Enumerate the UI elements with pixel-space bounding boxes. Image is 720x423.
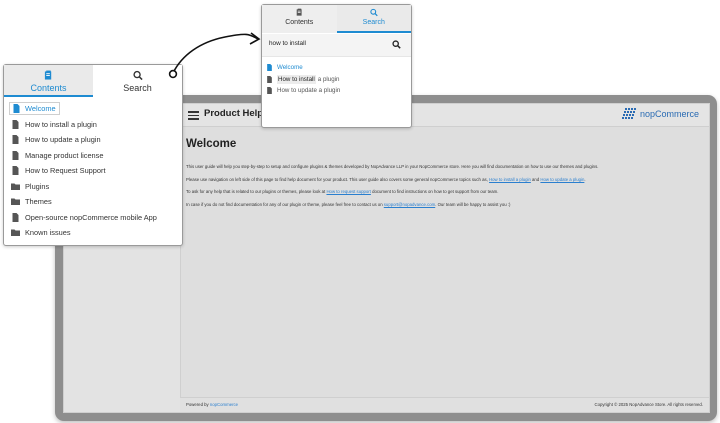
folder-icon	[11, 183, 20, 190]
page-footer: Powered by nopCommerce Copyright © 2025 …	[180, 397, 709, 412]
search-result-install-plugin[interactable]: How to install a plugin	[266, 74, 411, 86]
tab-contents-label: Contents	[285, 19, 314, 26]
paragraph-text: Please use navigation on left side of th…	[186, 176, 490, 182]
toc-item-product-license[interactable]: Manage product license	[9, 148, 182, 164]
tab-search[interactable]: Search	[93, 65, 182, 97]
folder-icon	[11, 229, 20, 237]
tab-contents-label: Contents	[30, 83, 67, 93]
paragraph-text: . Our team will be happy to assist you :…	[435, 201, 511, 207]
toc-item-plugins[interactable]: Plugins	[9, 179, 182, 195]
search-result-welcome[interactable]: Welcome	[266, 62, 411, 74]
book-icon	[44, 70, 52, 80]
copyright-text: Copyright © 2025 NopAdvance Store. All r…	[594, 402, 704, 407]
toc-item-label: How to update a plugin	[25, 135, 101, 145]
request-support-link[interactable]: How to request support	[326, 189, 370, 194]
menu-icon[interactable]	[188, 111, 199, 120]
search-box	[262, 34, 411, 57]
document-icon	[267, 87, 272, 95]
toc-item-label: Manage product license	[25, 150, 104, 160]
document-icon	[12, 212, 19, 222]
toc-item-install-plugin[interactable]: How to install a plugin	[9, 117, 182, 133]
toc-item-label: Open-source nopCommerce mobile App	[25, 212, 157, 222]
page-title: Welcome	[186, 138, 237, 150]
paragraph-text: document to find instructions on how to …	[370, 189, 499, 194]
toc-item-label: How to install a plugin	[25, 119, 97, 129]
panel-tabs: Contents Search	[262, 5, 411, 33]
update-plugin-link[interactable]: How to update a plugin	[540, 177, 584, 182]
toc-item-label: Welcome	[25, 104, 56, 114]
nopcommerce-logo-icon	[621, 108, 636, 119]
document-icon	[12, 135, 19, 145]
search-highlight: How to install	[277, 74, 316, 84]
top-bar: Product Help nopCommerce	[180, 104, 709, 127]
toc-item-label: Themes	[25, 197, 52, 207]
powered-by: Powered by nopCommerce	[186, 402, 238, 407]
document-icon	[12, 166, 19, 176]
tab-search-label: Search	[123, 83, 152, 93]
tab-search-label: Search	[362, 19, 385, 26]
page-header-title: Product Help	[204, 108, 264, 119]
selection-box: Welcome	[9, 102, 60, 116]
paragraph-text: To ask for any help that is related to o…	[186, 189, 327, 194]
search-result-label: Welcome	[277, 64, 303, 72]
search-submit-icon[interactable]	[392, 40, 401, 49]
toc-item-themes[interactable]: Themes	[9, 194, 182, 210]
toc-item-label: Known issues	[25, 228, 71, 238]
support-paragraph: To ask for any help that is related to o…	[186, 189, 701, 195]
search-panel-zoom: Contents Search Welcome How to install a…	[261, 4, 412, 128]
search-result-label: a plugin	[317, 75, 340, 83]
toc-item-label: Plugins	[25, 181, 50, 191]
tab-search[interactable]: Search	[336, 5, 411, 33]
book-icon	[296, 8, 302, 16]
tab-contents[interactable]: Contents	[262, 5, 337, 33]
document-icon	[267, 64, 272, 72]
powered-by-text: Powered by	[186, 402, 210, 407]
tab-contents[interactable]: Contents	[4, 65, 93, 97]
nopcommerce-link[interactable]: nopCommerce	[210, 402, 238, 407]
contents-panel-zoom: Contents Search Welcome How to install a…	[3, 64, 183, 246]
search-result-label: How to update a plugin	[277, 87, 341, 95]
paragraph-text: .	[584, 176, 586, 182]
paragraph-text: and	[530, 176, 541, 182]
brand-name: nopCommerce	[639, 109, 699, 119]
toc-item-request-support[interactable]: How to Request Support	[9, 163, 182, 179]
document-icon	[12, 150, 19, 160]
panel-tabs: Contents Search	[4, 65, 182, 97]
document-icon	[267, 75, 272, 83]
toc-list: Welcome How to install a plugin How to u…	[4, 97, 182, 241]
toc-item-update-plugin[interactable]: How to update a plugin	[9, 132, 182, 148]
toc-item-known-issues[interactable]: Known issues	[9, 225, 182, 241]
toc-item-welcome[interactable]: Welcome	[9, 101, 182, 117]
search-icon	[370, 8, 378, 17]
support-email-link[interactable]: support@nopadvance.com	[384, 202, 435, 207]
folder-icon	[11, 198, 20, 206]
paragraph-text: In case if you do not find documentation…	[186, 201, 384, 207]
install-plugin-link[interactable]: How to install a plugin	[489, 177, 531, 182]
navigation-paragraph: Please use navigation on left side of th…	[186, 177, 701, 183]
main-content: Welcome This user guide will help you st…	[186, 138, 701, 214]
search-icon	[132, 70, 143, 81]
search-results: Welcome How to install a plugin How to u…	[262, 57, 411, 97]
document-icon	[12, 119, 19, 129]
toc-item-label: How to Request Support	[25, 166, 106, 176]
contact-paragraph: In case if you do not find documentation…	[186, 202, 701, 208]
search-result-update-plugin[interactable]: How to update a plugin	[266, 85, 411, 97]
document-icon	[13, 104, 20, 114]
brand-logo[interactable]: nopCommerce	[621, 108, 699, 120]
intro-paragraph: This user guide will help you step-by-st…	[186, 164, 599, 169]
toc-item-mobile-app[interactable]: Open-source nopCommerce mobile App	[9, 210, 182, 226]
search-input[interactable]	[269, 40, 384, 47]
